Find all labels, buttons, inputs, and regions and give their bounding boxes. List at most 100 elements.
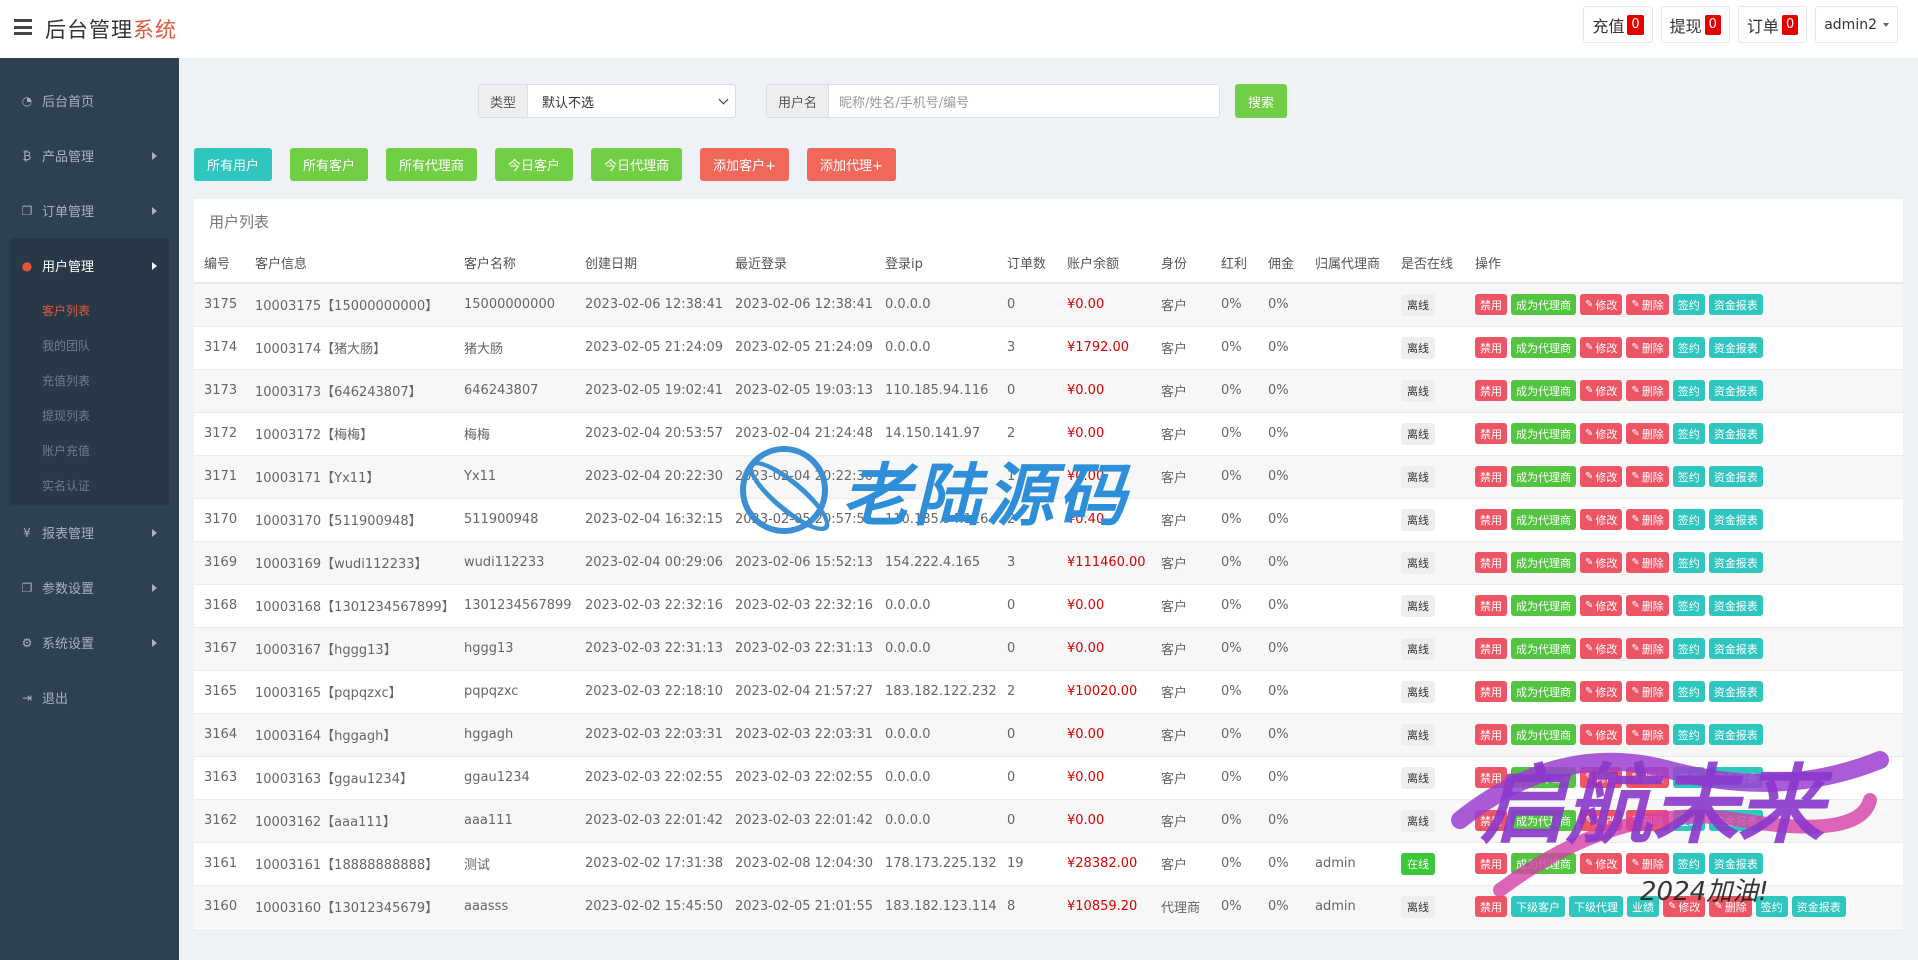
today-agents-button[interactable]: 今日代理商 [591, 148, 683, 181]
row-action-button[interactable]: ✎ 修改 [1580, 767, 1623, 788]
add-agent-button[interactable]: 添加代理+ [806, 148, 896, 181]
sidebar-subitem-withdraw-list[interactable]: 提现列表 [10, 398, 169, 433]
row-action-button[interactable]: 禁用 [1475, 380, 1507, 401]
row-action-button[interactable]: 签约 [1672, 853, 1705, 874]
row-action-button[interactable]: 成为代理商 [1511, 724, 1576, 745]
row-action-button[interactable]: 签约 [1672, 552, 1705, 573]
row-action-button[interactable]: 禁用 [1475, 595, 1507, 616]
row-action-button[interactable]: ✎ 修改 [1580, 552, 1623, 573]
row-action-button[interactable]: ✎ 修改 [1580, 853, 1623, 874]
sidebar-item-orders[interactable]: ❐ 订单管理 [0, 183, 179, 238]
row-action-button[interactable]: ✎ 删除 [1626, 509, 1669, 530]
row-action-button[interactable]: 禁用 [1475, 466, 1507, 487]
row-action-button[interactable]: 资金报表 [1708, 853, 1763, 874]
row-action-button[interactable]: 成为代理商 [1511, 294, 1576, 316]
row-action-button[interactable]: 成为代理商 [1511, 638, 1576, 659]
user-menu-dropdown[interactable]: admin2 [1815, 6, 1898, 43]
username-search-input[interactable]: 昵称/姓名/手机号/编号 [829, 84, 1221, 118]
row-action-button[interactable]: ✎ 修改 [1580, 466, 1623, 487]
row-action-button[interactable]: 资金报表 [1791, 896, 1846, 918]
all-users-button[interactable]: 所有用户 [194, 148, 273, 181]
row-action-button[interactable]: 下级代理 [1569, 896, 1623, 918]
row-action-button[interactable]: 禁用 [1475, 509, 1507, 530]
row-action-button[interactable]: 签约 [1672, 423, 1705, 444]
sidebar-item-system[interactable]: ⚙ 系统设置 [0, 615, 179, 670]
row-action-button[interactable]: 资金报表 [1708, 466, 1763, 487]
row-action-button[interactable]: 签约 [1672, 466, 1705, 487]
row-action-button[interactable]: ✎ 修改 [1580, 509, 1623, 530]
row-action-button[interactable]: ✎ 修改 [1580, 595, 1623, 616]
row-action-button[interactable]: 资金报表 [1708, 724, 1763, 745]
row-action-button[interactable]: ✎ 删除 [1626, 595, 1669, 616]
sidebar-item-reports[interactable]: ¥ 报表管理 [0, 505, 179, 560]
row-action-button[interactable]: ✎ 删除 [1626, 337, 1669, 358]
row-action-button[interactable]: ✎ 删除 [1626, 552, 1669, 573]
row-action-button[interactable]: 签约 [1755, 896, 1788, 918]
sidebar-subitem-client-list[interactable]: 客户列表 [10, 293, 169, 328]
row-action-button[interactable]: 禁用 [1475, 294, 1507, 316]
row-action-button[interactable]: 签约 [1672, 294, 1705, 316]
add-client-button[interactable]: 添加客户+ [700, 148, 789, 181]
row-action-button[interactable]: 禁用 [1475, 337, 1507, 358]
row-action-button[interactable]: ✎ 修改 [1580, 337, 1623, 358]
search-button[interactable]: 搜索 [1235, 84, 1288, 118]
row-action-button[interactable]: 成为代理商 [1511, 853, 1576, 874]
row-action-button[interactable]: 资金报表 [1708, 423, 1763, 444]
row-action-button[interactable]: 资金报表 [1708, 767, 1763, 788]
row-action-button[interactable]: ✎ 修改 [1580, 638, 1623, 659]
row-action-button[interactable]: 资金报表 [1708, 552, 1763, 573]
sidebar-item-dashboard[interactable]: ◔ 后台首页 [0, 73, 179, 128]
sidebar-subitem-account-recharge[interactable]: 账户充值 [10, 433, 169, 468]
sidebar-subitem-my-team[interactable]: 我的团队 [10, 328, 169, 363]
sidebar-item-products[interactable]: ₿ 产品管理 [0, 128, 179, 183]
row-action-button[interactable]: 签约 [1672, 681, 1705, 702]
row-action-button[interactable]: ✎ 修改 [1580, 724, 1623, 745]
row-action-button[interactable]: 资金报表 [1708, 638, 1763, 659]
sidebar-subitem-recharge-list[interactable]: 充值列表 [10, 363, 169, 398]
row-action-button[interactable]: ✎ 修改 [1580, 681, 1623, 702]
row-action-button[interactable]: 禁用 [1475, 896, 1507, 918]
today-clients-button[interactable]: 今日客户 [495, 148, 574, 181]
row-action-button[interactable]: 成为代理商 [1511, 681, 1576, 702]
row-action-button[interactable]: 成为代理商 [1511, 767, 1576, 788]
row-action-button[interactable]: 签约 [1672, 638, 1705, 659]
row-action-button[interactable]: ✎ 修改 [1580, 294, 1623, 316]
row-action-button[interactable]: 资金报表 [1708, 509, 1763, 530]
row-action-button[interactable]: 成为代理商 [1511, 337, 1576, 358]
row-action-button[interactable]: 禁用 [1475, 423, 1507, 444]
all-clients-button[interactable]: 所有客户 [290, 148, 369, 181]
row-action-button[interactable]: 资金报表 [1708, 595, 1763, 616]
row-action-button[interactable]: 禁用 [1475, 681, 1507, 702]
menu-toggle-icon[interactable] [14, 19, 32, 35]
row-action-button[interactable]: 签约 [1672, 337, 1705, 358]
type-select[interactable]: 默认不选 [528, 84, 737, 118]
row-action-button[interactable]: 禁用 [1475, 853, 1507, 874]
row-action-button[interactable]: ✎ 删除 [1626, 724, 1669, 745]
row-action-button[interactable]: ✎ 删除 [1626, 853, 1669, 874]
row-action-button[interactable]: 资金报表 [1708, 380, 1763, 401]
row-action-button[interactable]: 签约 [1672, 767, 1705, 788]
row-action-button[interactable]: ✎ 删除 [1626, 294, 1669, 316]
row-action-button[interactable]: ✎ 删除 [1626, 810, 1669, 831]
row-action-button[interactable]: ✎ 修改 [1580, 380, 1623, 401]
row-action-button[interactable]: 签约 [1672, 595, 1705, 616]
row-action-button[interactable]: ✎ 删除 [1709, 896, 1752, 918]
row-action-button[interactable]: 资金报表 [1708, 810, 1763, 831]
row-action-button[interactable]: 禁用 [1475, 724, 1507, 745]
row-action-button[interactable]: ✎ 删除 [1626, 466, 1669, 487]
row-action-button[interactable]: 成为代理商 [1511, 466, 1576, 487]
order-badge-button[interactable]: 订单 0 [1737, 6, 1808, 43]
row-action-button[interactable]: 资金报表 [1708, 294, 1763, 316]
row-action-button[interactable]: 禁用 [1475, 552, 1507, 573]
row-action-button[interactable]: 资金报表 [1708, 681, 1763, 702]
row-action-button[interactable]: 成为代理商 [1511, 380, 1576, 401]
row-action-button[interactable]: 成为代理商 [1511, 552, 1576, 573]
row-action-button[interactable]: 成为代理商 [1511, 423, 1576, 444]
row-action-button[interactable]: 下级客户 [1511, 896, 1565, 918]
row-action-button[interactable]: ✎ 删除 [1626, 380, 1669, 401]
row-action-button[interactable]: 资金报表 [1708, 337, 1763, 358]
recharge-badge-button[interactable]: 充值 0 [1583, 6, 1653, 43]
row-action-button[interactable]: ✎ 删除 [1626, 767, 1669, 788]
row-action-button[interactable]: 成为代理商 [1511, 810, 1576, 831]
row-action-button[interactable]: 签约 [1672, 724, 1705, 745]
